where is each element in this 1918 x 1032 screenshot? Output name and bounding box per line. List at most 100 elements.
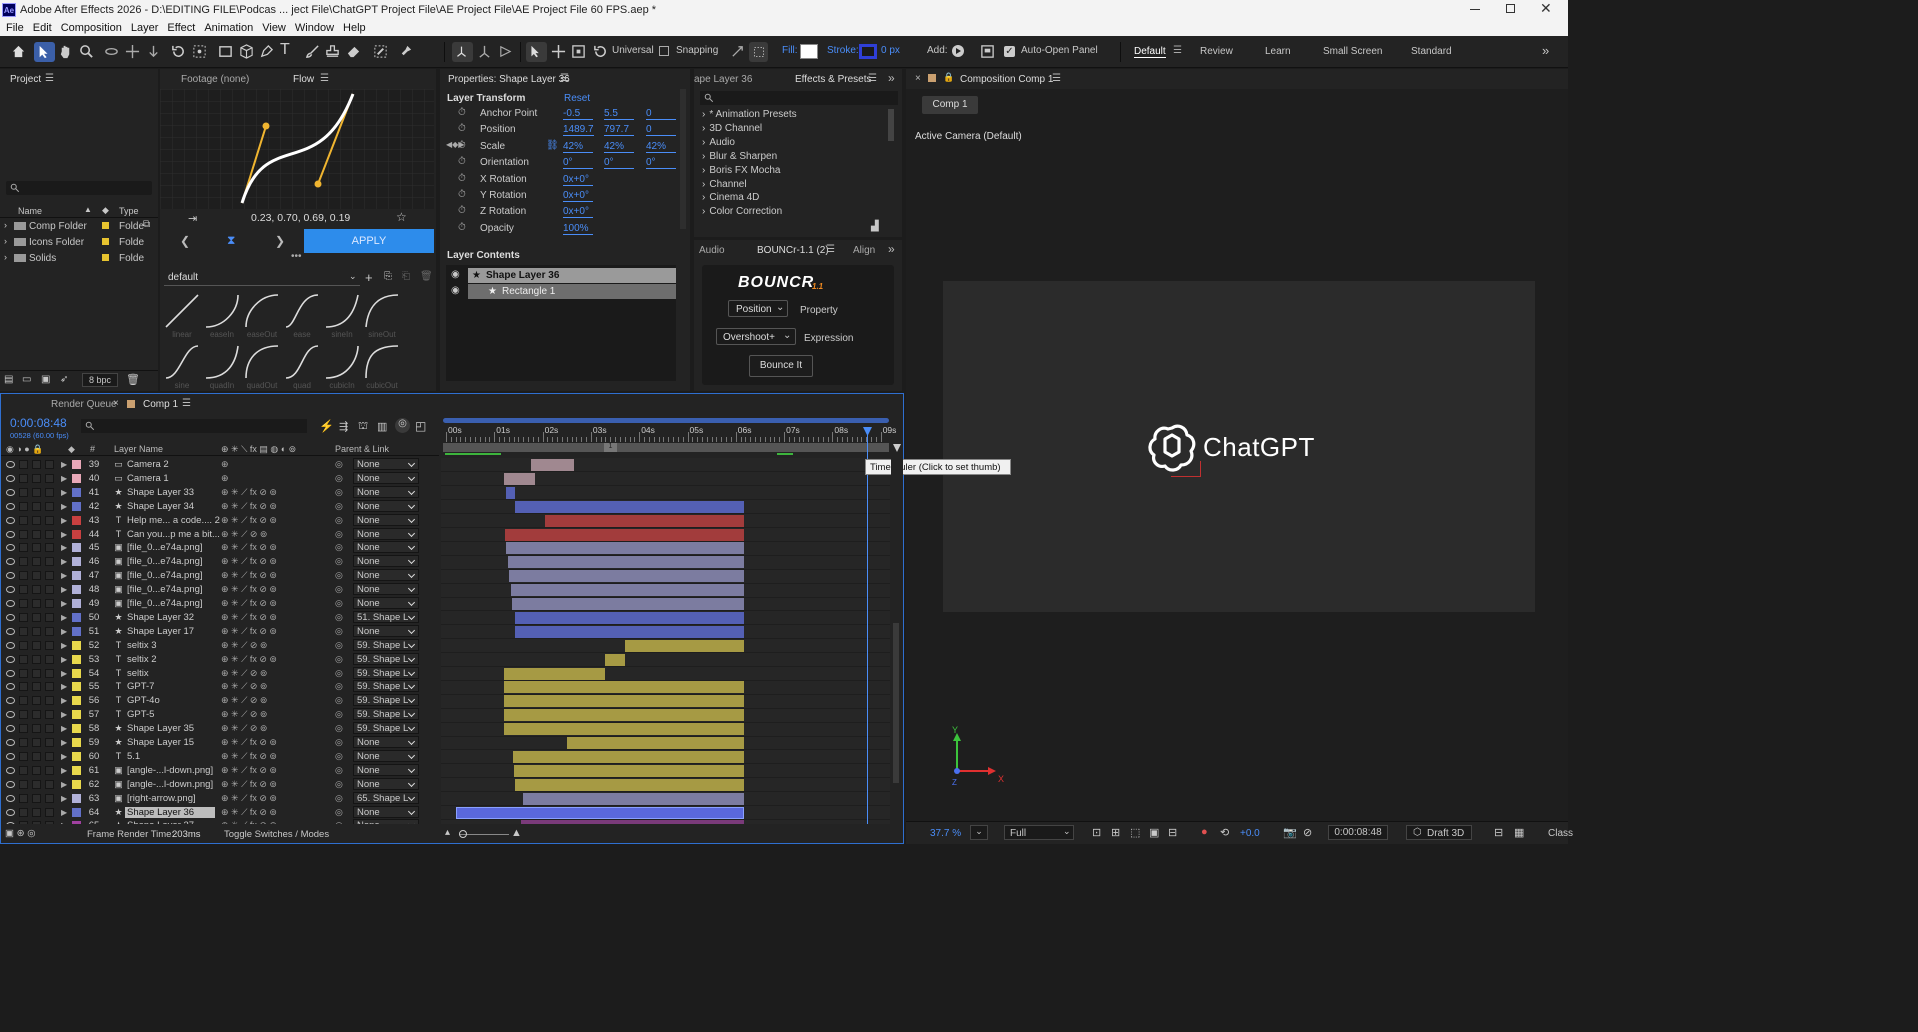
layer-row[interactable]: ▶ 65 ★Shape Layer 37 ⊕ ✳ ⟋ fx ⊘ ⊚ ◎ None <box>1 819 439 824</box>
layer-name[interactable]: [angle-...l-down.png] <box>127 779 213 790</box>
label-swatch[interactable] <box>72 654 81 664</box>
layer-row[interactable]: ▶ 50 ★ Shape Layer 32 ⊕ ✳ ⟋ fx ⊘ ⊚ ◎ 51. Shape… <box>1 610 439 625</box>
new-folder-icon[interactable]: ▭ <box>22 374 31 385</box>
visibility-eye-icon[interactable] <box>6 752 15 760</box>
pan-behind-tool-icon[interactable] <box>192 44 207 59</box>
show-snapshot-icon[interactable]: ⊘ <box>1303 826 1312 839</box>
solo-toggle[interactable] <box>32 501 41 511</box>
layer-name[interactable]: GPT-4o <box>127 695 160 706</box>
parent-select[interactable]: 65. Shape L <box>353 791 419 804</box>
twirl-down-icon[interactable]: ▶ <box>61 557 67 566</box>
visibility-eye-icon[interactable] <box>6 655 15 663</box>
comp-breadcrumb[interactable]: Comp 1 <box>922 96 978 114</box>
parent-select[interactable]: None <box>353 805 419 818</box>
label-swatch[interactable] <box>72 599 81 608</box>
label-swatch[interactable] <box>72 640 81 650</box>
layer-switches[interactable]: ⊕ ✳ ⟋ fx ⊘ ⊚ <box>221 598 277 609</box>
twirl-down-icon[interactable]: ▶ <box>61 516 67 525</box>
layer-switches[interactable]: ⊕ ✳ ⟋ fx ⊘ ⊚ <box>221 542 277 553</box>
menu-layer[interactable]: Layer <box>131 22 159 34</box>
layer-switches[interactable]: ⊕ <box>221 459 229 470</box>
workspace-default[interactable]: Default <box>1134 46 1166 58</box>
property-value-x[interactable]: 0° <box>563 157 593 170</box>
toggle-switches-modes[interactable]: Toggle Switches / Modes <box>224 829 329 840</box>
audio-toggle[interactable] <box>19 515 28 525</box>
new-comp-icon[interactable]: ▣ <box>41 374 50 385</box>
layer-duration-bar[interactable] <box>504 528 745 541</box>
solo-toggle[interactable] <box>32 626 41 636</box>
twirl-down-icon[interactable]: ▶ <box>61 502 67 511</box>
workspace-learn[interactable]: Learn <box>1265 46 1291 57</box>
layer-duration-bar[interactable] <box>523 792 745 805</box>
pick-whip-icon[interactable]: ◎ <box>335 626 343 637</box>
audio-toggle[interactable] <box>19 765 28 775</box>
visibility-eye-icon[interactable] <box>6 683 15 691</box>
layer-switches[interactable]: ⊕ ✳ ⟋ fx ⊘ ⊚ <box>221 654 277 665</box>
layer-switches[interactable]: ⊕ ✳ ⟋ ⊘ ⊚ <box>221 709 267 720</box>
layer-row[interactable]: ▶ 46 ▣ [file_0...e74a.png] ⊕ ✳ ⟋ fx ⊘ ⊚ ◎ None <box>1 555 439 569</box>
layer-row[interactable]: ▶ 43 T Help me... a code.... 2 ⊕ ✳ ⟋ fx ⊘ ⊚ ◎… <box>1 513 439 528</box>
solo-toggle[interactable] <box>32 543 41 553</box>
solo-toggle[interactable] <box>32 612 41 622</box>
layer-duration-bar[interactable] <box>512 750 745 763</box>
layer-switches[interactable]: ⊕ ✳ ⟋ ⊘ ⊚ <box>221 668 267 679</box>
layer-duration-bar[interactable] <box>503 472 536 485</box>
project-tab[interactable]: Project <box>10 74 41 85</box>
pick-whip-icon[interactable]: ◎ <box>335 473 343 484</box>
bit-depth-button[interactable]: 8 bpc <box>82 373 118 387</box>
import-curve-icon[interactable]: ⇥ <box>188 212 197 225</box>
mask-visibility-icon[interactable]: ⬚ <box>1130 826 1140 839</box>
twirl-down-icon[interactable]: ▶ <box>61 766 67 775</box>
panel-menu-icon[interactable]: ☰ <box>45 73 54 84</box>
layer-switches[interactable]: ⊕ ✳ ⟋ ⊘ ⊚ <box>221 695 267 706</box>
lock-toggle[interactable] <box>45 585 54 595</box>
scale-gizmo-icon[interactable] <box>571 44 586 59</box>
visibility-eye-icon[interactable] <box>6 711 15 719</box>
effect-category[interactable]: › * Animation Presets <box>702 109 797 123</box>
preset-sineOut[interactable]: sineOut <box>364 291 400 339</box>
panel-menu-icon[interactable]: ☰ <box>182 398 191 409</box>
lock-icon[interactable]: 🔒 <box>943 72 954 83</box>
visibility-eye-icon[interactable] <box>6 808 15 816</box>
layer-name[interactable]: Shape Layer 36 <box>125 806 215 818</box>
label-swatch[interactable] <box>72 710 81 720</box>
lock-toggle[interactable] <box>45 571 54 581</box>
solo-toggle[interactable] <box>32 515 41 525</box>
property-value-x[interactable]: 0x+0° <box>563 174 593 186</box>
stopwatch-icon[interactable]: ⏱ <box>458 123 466 134</box>
layer-duration-bar[interactable] <box>530 459 574 471</box>
pick-whip-icon[interactable]: ◎ <box>335 598 343 609</box>
layer-duration-bar[interactable] <box>503 723 745 736</box>
pick-whip-icon[interactable]: ◎ <box>335 681 343 692</box>
view-axis-icon[interactable] <box>498 44 513 59</box>
label-swatch[interactable] <box>72 668 81 678</box>
effects-scrollbar[interactable] <box>888 109 894 141</box>
layer-row[interactable]: ▶ 62 ▣ [angle-...l-down.png] ⊕ ✳ ⟋ fx ⊘ ⊚ ◎ No… <box>1 777 439 792</box>
renderer-button[interactable]: ⬡ Draft 3D <box>1406 825 1472 840</box>
menu-file[interactable]: File <box>6 22 24 34</box>
lock-toggle[interactable] <box>45 543 54 553</box>
property-value-z[interactable]: 0° <box>646 157 676 170</box>
pan-tool-icon[interactable] <box>125 44 140 59</box>
pick-whip-icon[interactable]: ◎ <box>335 556 343 567</box>
label-swatch[interactable] <box>72 585 81 595</box>
lock-toggle[interactable] <box>45 529 54 539</box>
expand-icon[interactable]: › <box>4 220 7 230</box>
transparency-grid-icon[interactable]: ⊞ <box>1111 826 1120 839</box>
label-swatch[interactable] <box>72 779 81 789</box>
pick-whip-icon[interactable]: ◎ <box>335 529 343 540</box>
layer-duration-bar[interactable] <box>566 737 745 749</box>
layer-name[interactable]: [right-arrow.png] <box>127 793 196 804</box>
label-swatch[interactable] <box>72 501 81 511</box>
twirl-down-icon[interactable]: ▶ <box>61 710 67 719</box>
workspace-review[interactable]: Review <box>1200 46 1233 57</box>
brush-tool-icon[interactable] <box>305 44 320 59</box>
layer-name[interactable]: Shape Layer 34 <box>127 501 194 512</box>
visibility-eye-icon[interactable] <box>6 530 15 538</box>
audio-toggle[interactable] <box>19 751 28 761</box>
flow-tab[interactable]: Flow <box>293 74 314 85</box>
next-preset-icon[interactable]: ❯ <box>275 234 285 248</box>
layer-name[interactable]: Shape Layer 32 <box>127 612 194 623</box>
preset-ease[interactable]: ease <box>284 291 320 339</box>
solo-toggle[interactable] <box>32 821 41 824</box>
